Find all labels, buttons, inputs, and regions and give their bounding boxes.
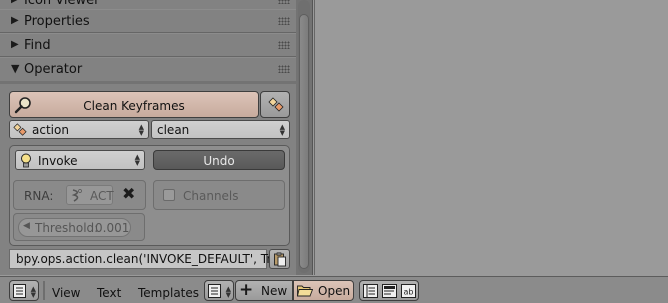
text-editor-icon [208, 284, 221, 298]
python-console-line[interactable]: bpy.ops.action.clean('INVOKE_DEFAULT', T… [9, 249, 291, 269]
menu-text[interactable]: Text [97, 286, 121, 300]
rna-row: RNA: ACT ✖ [13, 180, 146, 210]
line-numbers-icon[interactable] [363, 284, 378, 298]
keyframe-options-button[interactable] [260, 91, 290, 118]
channels-row: Channels [153, 180, 285, 210]
decrement-arrow-icon[interactable]: ◀ [23, 221, 30, 231]
syntax-highlight-icon[interactable]: ab [401, 284, 416, 298]
threshold-label: Threshold: [35, 221, 99, 235]
drag-handle-icon[interactable] [278, 0, 290, 4]
text-editor-icon [13, 284, 26, 298]
panel-header-operator[interactable]: ▼ Operator [0, 57, 296, 81]
dropdown-value: Invoke [38, 154, 78, 168]
panel-title: Operator [24, 62, 83, 77]
collapsed-triangle-icon: ▶ [11, 39, 19, 50]
panel-title: Find [24, 38, 51, 53]
open-text-button[interactable]: Open [293, 280, 354, 301]
dropdown-arrows-icon: ▲ ▼ [138, 123, 144, 137]
collapsed-triangle-icon: ▶ [11, 15, 19, 26]
new-text-button[interactable]: + New [235, 280, 293, 301]
invoke-dropdown[interactable]: Invoke ▲ ▼ [15, 150, 145, 170]
drag-handle-icon[interactable] [278, 17, 290, 25]
panel-title: Properties [24, 14, 90, 29]
collapsed-triangle-icon: ▶ [11, 0, 19, 5]
rna-label: RNA: [24, 189, 54, 203]
button-label: Undo [203, 154, 235, 168]
threshold-row: ◀ Threshold: 0.001 [13, 213, 145, 241]
action-icon [71, 189, 82, 202]
plus-icon: + [239, 280, 254, 300]
dropdown-arrows-icon: ▲ ▼ [30, 285, 36, 299]
lightbulb-icon [21, 153, 31, 168]
mode-dropdown[interactable]: clean ▲ ▼ [151, 120, 290, 139]
keyframe-icon [13, 123, 27, 136]
dropdown-value: clean [157, 123, 190, 137]
word-wrap-icon[interactable] [382, 284, 397, 298]
button-label: Open [318, 284, 351, 298]
editor-type-selector[interactable]: ▲ ▼ [9, 280, 39, 301]
expanded-triangle-icon: ▼ [11, 62, 20, 75]
keyframe-icon [268, 97, 284, 112]
editor-header-bar: ▲ ▼ View Text Templates ▲ ▼ + New Open a… [0, 276, 668, 303]
dropdown-arrows-icon: ▲ ▼ [134, 153, 140, 167]
channels-checkbox[interactable] [163, 189, 175, 201]
type-dropdown[interactable]: action ▲ ▼ [9, 120, 149, 139]
dropdown-arrows-icon: ▲ ▼ [279, 123, 285, 137]
scrollbar-thumb[interactable] [299, 14, 309, 269]
panel-header-properties[interactable]: ▶ Properties [0, 9, 296, 33]
svg-text:ab: ab [404, 288, 414, 297]
undo-button[interactable]: Undo [153, 150, 285, 170]
channels-label: Channels [183, 189, 239, 203]
drag-handle-icon[interactable] [278, 41, 290, 49]
paste-icon [274, 252, 286, 267]
panel-header-find[interactable]: ▶ Find [0, 33, 296, 57]
rna-value: ACT [90, 189, 114, 203]
folder-icon [297, 285, 313, 297]
rna-id-field[interactable]: ACT [66, 185, 114, 205]
button-label: Clean Keyframes [83, 99, 185, 113]
threshold-value: 0.001 [95, 221, 130, 235]
python-command-text: bpy.ops.action.clean('INVOKE_DEFAULT', T… [16, 252, 291, 266]
threshold-field[interactable]: ◀ Threshold: 0.001 [18, 218, 131, 237]
close-icon[interactable]: ✖ [122, 184, 135, 203]
header-separator [43, 281, 45, 300]
menu-view[interactable]: View [52, 286, 80, 300]
text-editor-area[interactable] [314, 0, 668, 275]
copy-to-clipboard-button[interactable] [269, 249, 290, 269]
dropdown-value: action [32, 123, 69, 137]
text-block-browse-button[interactable]: ▲ ▼ [204, 280, 234, 301]
display-toggles-group: ab [359, 280, 419, 301]
button-label: New [261, 284, 288, 298]
dropdown-arrows-icon: ▲ ▼ [225, 285, 231, 299]
drag-handle-icon[interactable] [278, 65, 290, 73]
menu-templates[interactable]: Templates [138, 286, 199, 300]
panel-title: Icon Viewer [24, 0, 100, 8]
clean-keyframes-button[interactable]: Clean Keyframes [9, 91, 259, 118]
